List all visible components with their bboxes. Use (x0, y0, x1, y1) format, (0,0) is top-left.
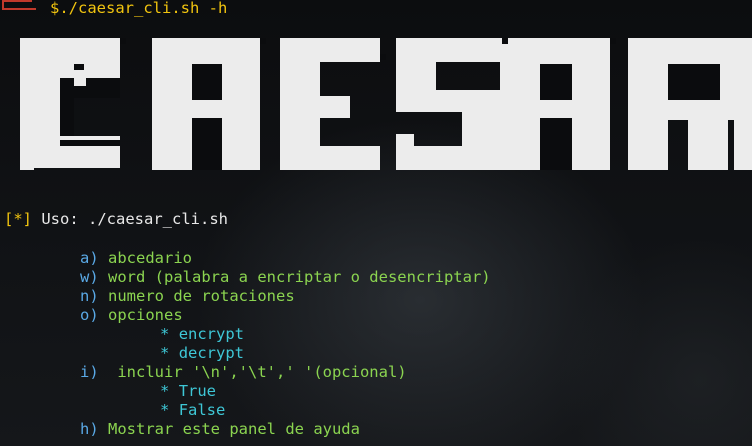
suboption-bullet: * (160, 344, 170, 362)
option-line-a: a) abcedario (80, 249, 192, 268)
option-flag: w) (80, 268, 99, 286)
option-description: abcedario (108, 249, 193, 267)
option-line-i: i) incluir '\n','\t',' '(opcional) (80, 363, 407, 382)
banner-art (20, 38, 752, 170)
option-description: incluir '\n','\t',' '(opcional) (108, 363, 407, 381)
option-description: opciones (108, 306, 183, 324)
suboption-bullet: * (160, 382, 170, 400)
option-description: numero de rotaciones (108, 287, 295, 305)
usage-text: Uso: ./caesar_cli.sh (41, 210, 228, 228)
suboption-bullet: * (160, 325, 170, 343)
prompt-symbol: $ (50, 0, 60, 17)
option-description: Mostrar este panel de ayuda (108, 420, 360, 438)
prompt-command: ./caesar_cli.sh (59, 0, 200, 17)
option-line-h: h) Mostrar este panel de ayuda (80, 420, 360, 439)
command-prompt: $./caesar_cli.sh -h (50, 0, 227, 18)
option-flag: n) (80, 287, 99, 305)
suboption-true: * True (160, 382, 216, 401)
suboption-value: False (178, 401, 226, 419)
ascii-banner (0, 24, 752, 194)
suboption-value: encrypt (178, 325, 245, 343)
suboption-encrypt: * encrypt (160, 325, 244, 344)
option-flag: a) (80, 249, 99, 267)
suboption-value: True (178, 382, 217, 400)
prompt-arguments: -h (208, 0, 228, 17)
option-line-w: w) word (palabra a encriptar o desencrip… (80, 268, 491, 287)
option-line-n: n) numero de rotaciones (80, 287, 295, 306)
option-flag: o) (80, 306, 99, 324)
usage-line: [*] Uso: ./caesar_cli.sh (4, 210, 228, 229)
suboption-decrypt: * decrypt (160, 344, 244, 363)
prompt-decoration (2, 0, 36, 10)
option-flag: h) (80, 420, 99, 438)
suboption-bullet: * (160, 401, 170, 419)
option-description: word (palabra a encriptar o desencriptar… (108, 268, 491, 286)
option-line-o: o) opciones (80, 306, 183, 325)
info-marker: [*] (4, 210, 32, 228)
suboption-false: * False (160, 401, 225, 420)
option-flag: i) (80, 363, 99, 381)
suboption-value: decrypt (178, 344, 245, 362)
terminal-window[interactable]: $./caesar_cli.sh -h [*] Uso: ./caesar_cl… (0, 0, 752, 446)
